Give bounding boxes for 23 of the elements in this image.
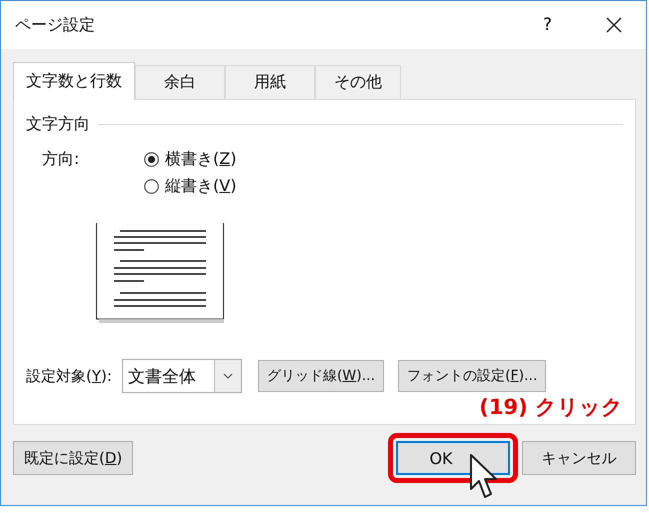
tab[interactable]: その他: [315, 65, 401, 99]
ok-button[interactable]: OK: [396, 441, 510, 475]
chevron-down-icon: [222, 373, 233, 379]
set-default-button[interactable]: 既定に設定(D): [13, 441, 134, 475]
direction-label: 方向:: [42, 149, 80, 170]
tab[interactable]: 用紙: [225, 65, 315, 99]
panel-button[interactable]: グリッド線(W)...: [258, 360, 384, 392]
tab[interactable]: 余白: [135, 65, 225, 99]
dropdown-value: 文書全体: [126, 366, 197, 388]
radio-label: 横書き(Z): [165, 149, 236, 170]
radio-button[interactable]: [144, 152, 159, 167]
group-heading: 文字方向: [26, 114, 90, 135]
cancel-button[interactable]: キャンセル: [522, 441, 636, 475]
panel-button[interactable]: フォントの設定(F)...: [398, 360, 546, 392]
radio-button[interactable]: [144, 179, 159, 194]
close-icon[interactable]: [606, 17, 622, 33]
help-button[interactable]: ?: [538, 15, 556, 35]
apply-to-dropdown[interactable]: 文書全体: [122, 359, 242, 393]
window-title: ページ設定: [15, 14, 96, 36]
apply-to-label: 設定対象(Y):: [26, 366, 112, 386]
radio-label: 縦書き(V): [165, 176, 236, 197]
tab[interactable]: 文字数と行数: [13, 62, 135, 100]
mouse-cursor-icon: [469, 453, 499, 501]
